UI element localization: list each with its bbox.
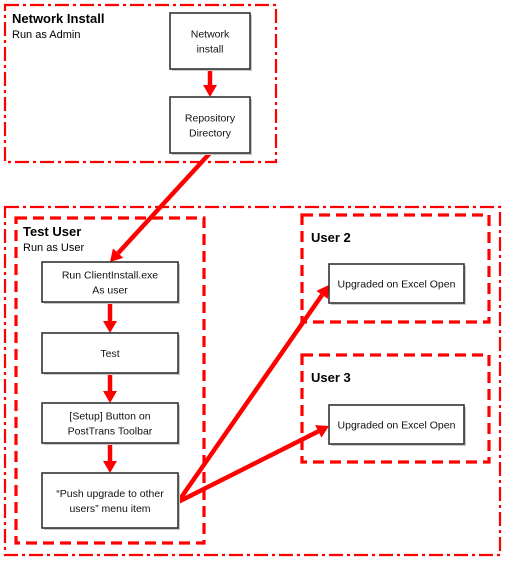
flow-diagram: Network Install Run as Admin Test User R…	[3, 3, 502, 557]
edge-push-upgrade-to-user2-upgraded	[176, 285, 329, 504]
group-test-user-title: Test User	[23, 224, 81, 239]
node-label-line: Test	[100, 348, 119, 360]
node-box	[169, 12, 251, 70]
node-label-line: Network	[191, 29, 230, 41]
node-label-line: Upgraded on Excel Open	[338, 279, 456, 291]
node-box	[169, 96, 251, 154]
node-label-line: Directory	[189, 128, 232, 140]
node-user2-upgraded: Upgraded on Excel Open	[328, 263, 466, 305]
arrow-head-icon	[203, 85, 217, 97]
node-box	[41, 472, 179, 529]
arrow-head-icon	[103, 321, 117, 333]
node-label-line: Upgraded on Excel Open	[338, 420, 456, 432]
group-network-install-subtitle: Run as Admin	[12, 29, 80, 41]
arrow-head-icon	[103, 461, 117, 473]
node-label-line: Run ClientInstall.exe	[62, 270, 158, 282]
node-user3-upgraded: Upgraded on Excel Open	[328, 404, 466, 446]
node-label-line: Repository	[185, 113, 236, 125]
group-user2-title: User 2	[311, 230, 351, 245]
node-setup-button: [Setup] Button on PostTrans Toolbar	[41, 402, 180, 445]
edge-setup-button-to-push-upgrade	[103, 443, 117, 473]
node-label-line: install	[197, 44, 224, 56]
group-test-user-subtitle: Run as User	[23, 242, 84, 254]
node-network-install: Network install	[169, 12, 252, 71]
edge-run-clientinstall-to-test	[103, 302, 117, 333]
node-test: Test	[41, 332, 180, 375]
nodes-layer: Network install Repository Directory Run Cli…	[41, 12, 466, 530]
node-push-upgrade: “Push upgrade to other users” menu item	[41, 472, 180, 530]
node-label-line: As user	[92, 285, 128, 297]
edge-test-to-setup-button	[103, 373, 117, 403]
arrow-line	[176, 429, 320, 505]
node-run-clientinstall: Run ClientInstall.exe As user	[41, 261, 180, 304]
arrow-head-icon	[103, 391, 117, 403]
node-label-line: [Setup] Button on	[69, 411, 150, 423]
edge-network-install-to-repository-directory	[203, 69, 217, 97]
node-label-line: “Push upgrade to other	[56, 488, 164, 500]
group-user3-title: User 3	[311, 370, 351, 385]
node-repository-directory: Repository Directory	[169, 96, 252, 155]
arrow-line	[116, 151, 212, 255]
node-label-line: users” menu item	[69, 503, 150, 515]
group-network-install-title: Network Install	[12, 11, 104, 26]
node-label-line: PostTrans Toolbar	[68, 426, 153, 438]
